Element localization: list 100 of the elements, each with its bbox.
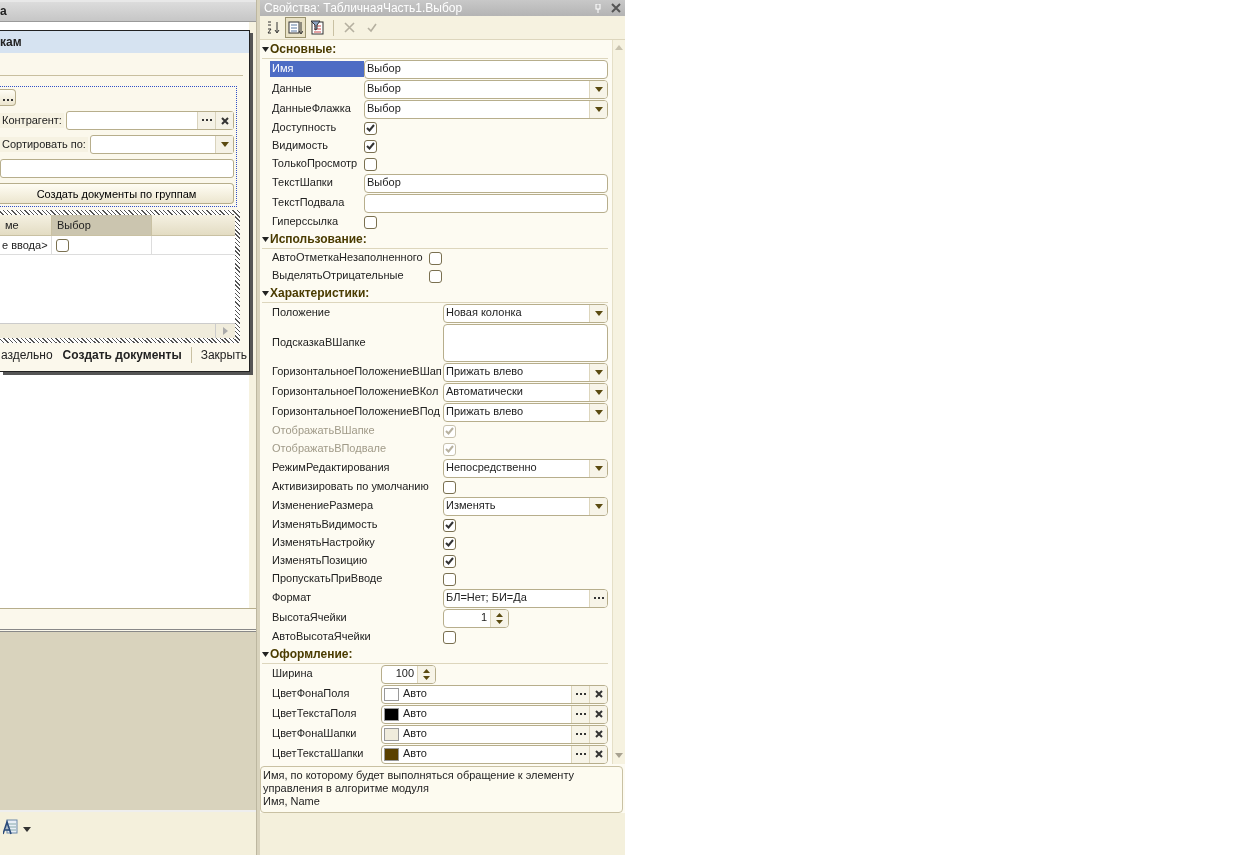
property-label[interactable]: ТолькоПросмотр (270, 156, 364, 172)
ellipsis-button[interactable] (571, 745, 589, 763)
property-label[interactable]: АвтоОтметкаНезаполненного (270, 250, 429, 266)
dropdown-button[interactable] (589, 80, 607, 98)
property-label[interactable]: ЦветТекстаПоля (270, 706, 381, 722)
property-label[interactable]: РежимРедактирования (270, 460, 443, 476)
checkbox[interactable] (364, 121, 377, 135)
checkbox[interactable] (443, 554, 456, 568)
form-button[interactable]: аздельно (0, 347, 54, 363)
property-label[interactable]: ПропускатьПриВводе (270, 571, 443, 587)
column-header[interactable]: Выбор (52, 215, 152, 235)
property-label[interactable]: Видимость (270, 138, 364, 154)
spin-button[interactable] (490, 609, 508, 627)
property-label[interactable]: ЦветТекстаШапки (270, 746, 381, 762)
caret-icon[interactable] (262, 290, 269, 297)
checkbox[interactable] (443, 536, 456, 550)
property-label[interactable]: ВыделятьОтрицательные (270, 268, 429, 284)
property-label[interactable]: Положение (270, 305, 443, 321)
checkbox[interactable] (443, 572, 456, 586)
spin-field[interactable]: 1 (443, 608, 509, 628)
dropdown-button[interactable] (589, 459, 607, 477)
color-field[interactable]: Авто (381, 724, 608, 744)
dropdown-button[interactable] (589, 497, 607, 515)
spin-field[interactable]: 100 (381, 664, 436, 684)
property-label[interactable]: ПодсказкаВШапке (270, 334, 443, 351)
property-label[interactable]: ИзменятьНастройку (270, 535, 443, 551)
checkbox[interactable] (56, 239, 69, 252)
select-field[interactable]: Изменять (443, 496, 608, 516)
clear-button[interactable] (215, 112, 233, 129)
input-field[interactable] (65, 111, 234, 130)
clear-button[interactable] (589, 725, 607, 743)
close-icon[interactable] (611, 3, 621, 13)
scrollbar[interactable] (0, 323, 235, 338)
property-label[interactable]: ГоризонтальноеПоложениеВПод (270, 404, 443, 420)
ellipsis-button[interactable] (197, 112, 215, 129)
property-label[interactable]: ИзменятьПозицию (270, 553, 443, 569)
checkbox[interactable] (443, 480, 456, 494)
property-label[interactable]: ЦветФонаШапки (270, 726, 381, 742)
input-field[interactable] (364, 193, 608, 213)
property-label[interactable]: Формат (270, 590, 443, 606)
input-field[interactable]: Выбор (364, 59, 608, 79)
ellipsis-button[interactable] (571, 705, 589, 723)
select-field[interactable]: Новая колонка (443, 303, 608, 323)
dropdown-button[interactable] (589, 100, 607, 118)
dropdown-button[interactable] (215, 136, 233, 153)
spin-arrows-icon[interactable] (496, 612, 503, 624)
property-label[interactable]: ВысотаЯчейки (270, 610, 443, 626)
select-field[interactable] (89, 135, 234, 154)
caret-icon[interactable] (262, 46, 269, 53)
property-label[interactable]: Данные (270, 81, 364, 97)
property-label[interactable]: ГоризонтальноеПоложениеВШап (270, 364, 443, 380)
checkbox[interactable] (364, 215, 377, 229)
ellipsis-button[interactable] (589, 589, 607, 607)
property-label[interactable]: Доступность (270, 120, 364, 136)
spin-arrows-icon[interactable] (423, 668, 430, 680)
property-label[interactable]: Активизировать по умолчанию (270, 479, 443, 495)
property-label[interactable]: ТекстПодвала (270, 195, 364, 211)
checkbox[interactable] (429, 269, 442, 283)
checkbox[interactable] (443, 518, 456, 532)
color-field[interactable]: Авто (381, 704, 608, 724)
ellipsis-button[interactable] (0, 89, 16, 106)
select-field[interactable]: Прижать влево (443, 362, 608, 382)
ellipsis-button[interactable] (571, 725, 589, 743)
select-field[interactable]: Прижать влево (443, 402, 608, 422)
form-button[interactable]: Создать документы (61, 347, 183, 363)
dropdown-button[interactable] (589, 304, 607, 322)
caret-icon[interactable] (262, 236, 269, 243)
color-field[interactable]: Авто (381, 684, 608, 704)
dropdown-button[interactable] (589, 403, 607, 421)
property-label[interactable]: Гиперссылка (270, 214, 364, 230)
select-field[interactable]: Выбор (364, 99, 608, 119)
color-field[interactable]: Авто (381, 744, 608, 764)
caret-icon[interactable] (262, 651, 269, 658)
select-field[interactable]: Выбор (364, 79, 608, 99)
checkbox[interactable] (429, 251, 442, 265)
select-field[interactable]: Непосредственно (443, 458, 608, 478)
document-icon[interactable] (3, 819, 20, 835)
checkbox[interactable] (364, 157, 377, 171)
property-label[interactable]: Имя (270, 61, 364, 77)
property-label[interactable]: ИзменятьВидимость (270, 517, 443, 533)
property-label[interactable]: Ширина (270, 666, 381, 682)
clear-button[interactable] (589, 745, 607, 763)
select-field[interactable]: Автоматически (443, 382, 608, 402)
input-field[interactable] (0, 159, 234, 178)
checkbox[interactable] (443, 630, 456, 644)
caret-icon[interactable] (23, 827, 31, 832)
dropdown-button[interactable] (589, 383, 607, 401)
property-label[interactable]: ТекстШапки (270, 175, 364, 191)
property-label[interactable]: ИзменениеРазмера (270, 498, 443, 514)
input-field[interactable]: Выбор (364, 173, 608, 193)
clear-button[interactable] (589, 685, 607, 703)
dropdown-button[interactable] (589, 363, 607, 381)
form-button[interactable]: Закрыть (199, 347, 248, 363)
checkbox[interactable] (364, 139, 377, 153)
property-label[interactable]: ЦветФонаПоля (270, 686, 381, 702)
property-label[interactable]: ГоризонтальноеПоложениеВКол (270, 384, 443, 400)
spin-button[interactable] (417, 665, 435, 683)
clear-button[interactable] (589, 705, 607, 723)
property-label[interactable]: ДанныеФлажка (270, 101, 364, 117)
input-field[interactable]: БЛ=Нет; БИ=Да (443, 588, 608, 608)
